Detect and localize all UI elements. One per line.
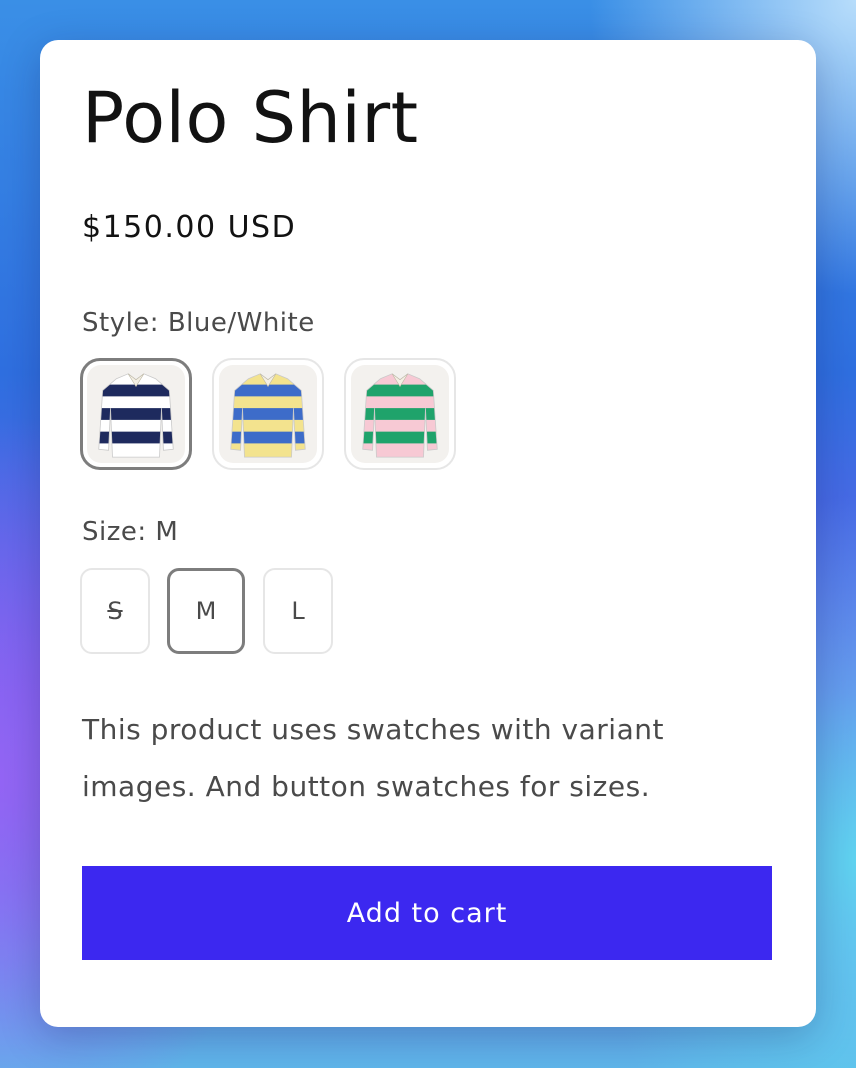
size-label-l: L	[291, 597, 305, 625]
polo-shirt-blue-yellow-image	[219, 365, 317, 463]
striped-polo-icon	[98, 373, 174, 458]
striped-polo-icon	[362, 373, 438, 458]
size-label-m: M	[195, 597, 217, 625]
add-to-cart-button[interactable]: Add to cart	[82, 866, 772, 960]
striped-polo-icon	[230, 373, 306, 458]
product-card: Polo Shirt $150.00 USD Style: Blue/White	[40, 40, 816, 1027]
size-button-s[interactable]: S	[80, 568, 150, 654]
size-button-l[interactable]: L	[263, 568, 333, 654]
polo-shirt-green-pink-image	[351, 365, 449, 463]
style-option-label: Style: Blue/White	[82, 308, 315, 338]
size-option-label: Size: M	[82, 517, 179, 547]
size-button-m[interactable]: M	[167, 568, 245, 654]
product-title: Polo Shirt	[82, 77, 419, 159]
style-swatch-green-pink[interactable]	[344, 358, 456, 470]
style-swatch-blue-white[interactable]	[80, 358, 192, 470]
polo-shirt-blue-white-image	[87, 365, 185, 463]
product-price: $150.00 USD	[82, 210, 297, 245]
product-description: This product uses swatches with variant …	[82, 713, 664, 803]
size-label-s: S	[107, 597, 123, 625]
style-swatch-blue-yellow[interactable]	[212, 358, 324, 470]
